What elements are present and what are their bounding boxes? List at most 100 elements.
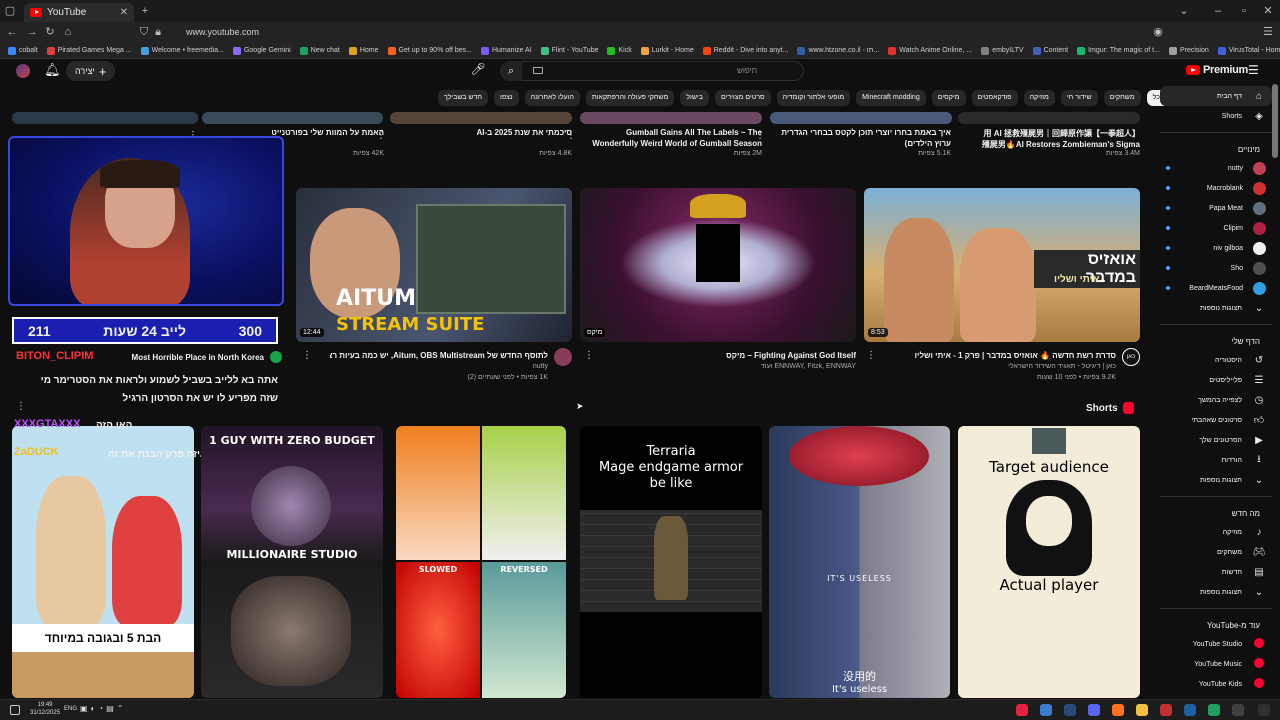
sidebar-item-explore-1[interactable]: 🎮︎ משחקים [1160,542,1272,562]
video-thumbnail[interactable] [770,112,952,124]
hamburger-menu-icon[interactable]: ☰ [1248,63,1259,77]
chip-5[interactable]: מיקסים [931,90,966,106]
app-icon[interactable] [1040,704,1052,716]
chip-7[interactable]: מופעי אלתור וקומדיה [776,90,851,106]
search-button[interactable]: ⌕ [500,61,522,81]
bookmark-item[interactable]: Humanize AI [480,46,532,55]
minimize-icon[interactable]: – [1210,0,1226,22]
channel-name[interactable]: nutty [330,363,548,370]
video-thumbnail[interactable] [12,112,198,124]
sidebar-item-you-1[interactable]: ☰ פלייליסטים [1160,370,1272,390]
video-title[interactable]: Most Horrible Place in North Korea [132,353,264,362]
new-tab-icon[interactable]: + [137,0,153,22]
short-thumbnail[interactable]: Target audience Actual player [958,426,1140,698]
video-title[interactable]: סדרת רשת חדשה 🔥 אואזיס במדבר | פרק 1 - א… [888,351,1116,360]
sidebar-item-sub[interactable]: Sho [1160,258,1272,278]
sidebar-show-more[interactable]: ⌄ תצוגות נוספות [1160,582,1272,602]
bookmark-item[interactable]: embyILTV [981,46,1024,55]
sidebar-item-sub[interactable]: BeardMeatsFood [1160,278,1272,298]
create-button[interactable]: יצירה + [66,61,116,81]
subscriptions-header[interactable]: מינויים [1160,139,1272,158]
sidebar-item-more-2[interactable]: YouTube Kids [1160,674,1272,694]
app-icon[interactable] [1232,704,1244,716]
language-indicator[interactable]: ENG [64,706,77,712]
forward-icon[interactable]: → [24,21,40,43]
browser-tab[interactable]: YouTube ✕ [24,3,134,22]
browser-menu-icon[interactable]: ☰ [1260,21,1276,43]
chip-9[interactable]: בישול [680,90,709,106]
video-thumbnail[interactable]: AITUM STREAM SUITE 12:44 [296,188,572,342]
discord-icon[interactable] [1088,704,1100,716]
bookmark-item[interactable]: Google Gemini [232,46,291,55]
video-title[interactable]: ערוץ הילדים) [781,139,951,148]
video-thumbnail[interactable] [580,112,762,124]
more-options-icon[interactable]: ⋮ [584,350,594,361]
bookmark-item[interactable]: Content [1032,46,1068,55]
url-text[interactable]: www.youtube.com [186,24,886,41]
chip-6[interactable]: Minecraft modding [856,90,926,106]
app-icon[interactable] [1208,704,1220,716]
video-thumbnail[interactable] [202,112,383,124]
sidebar-item-you-0[interactable]: ↺ היסטוריה [1160,350,1272,370]
chip-11[interactable]: הועלו לאחרונה [524,90,580,106]
home-icon[interactable]: ⌂ [60,21,76,43]
sidebar-item-sub[interactable]: nutty [1160,158,1272,178]
firefox-icon[interactable] [1112,704,1124,716]
bookmark-item[interactable]: Precision [1168,46,1209,55]
sidebar-item-sub[interactable]: Papa Meat [1160,198,1272,218]
sidebar-item-sub[interactable]: Macroblank [1160,178,1272,198]
video-title[interactable]: 用 AI 拯救殭屍男｜回歸原作讓【一拳超人】 [970,128,1140,139]
video-title[interactable]: Gumball Gains All The Labels ~ The [592,128,762,137]
video-title[interactable]: לתוסף החדש של Aitum, OBS Multistream, יש… [330,351,548,360]
window-close-icon[interactable]: ✕ [1260,0,1276,22]
more-options-icon[interactable]: ⋮ [866,350,876,361]
video-title[interactable]: Wonderfully Weird World of Gumball Seaso… [592,139,762,148]
keyboard-icon[interactable] [533,67,543,74]
video-thumbnail[interactable] [958,112,1140,124]
opera-icon[interactable] [1160,704,1172,716]
system-tray-icons[interactable]: ▣◐◔▤⌃ [80,704,126,713]
short-thumbnail[interactable]: Terraria Mage endgame armor be like [580,426,762,698]
sidebar-item-you-3[interactable]: 👍︎ סרטונים שאהבתי [1160,410,1272,430]
notifications-bell-icon[interactable]: 🔔︎ [44,62,61,78]
sidebar-show-more[interactable]: ⌄ תצוגות נוספות [1160,470,1272,490]
chip-8[interactable]: סרטים מצוירים [714,90,771,106]
bookmark-item[interactable]: www.htzone.co.il - תו... [797,46,879,55]
sidebar-item-shorts[interactable]: ◈ Shorts [1160,106,1272,126]
lock-icon[interactable]: 🔒︎ [150,21,166,43]
channel-name[interactable]: ENNWAY, Fitzk, ENNWAY ועוד [600,363,856,370]
sidebar-item-sub[interactable]: Clipim [1160,218,1272,238]
reload-icon[interactable]: ↻ [42,21,58,43]
more-options-icon[interactable]: ⋮ [302,350,312,361]
chip-2[interactable]: שידור חי [1060,90,1098,106]
bookmark-item[interactable]: Welcome • freemedia... [140,46,224,55]
more-from-youtube-header[interactable]: עוד מ-YouTube [1160,615,1272,634]
start-icon[interactable] [1258,704,1270,716]
short-thumbnail[interactable]: SLOWED REVERSED [396,426,566,698]
bookmark-item[interactable]: Kick [607,46,632,55]
chip-13[interactable]: חדש בשבילך [438,90,489,106]
bookmark-item[interactable]: Lurkit - Home [640,46,694,55]
app-icon[interactable] [1184,704,1196,716]
sidebar-item-explore-0[interactable]: ♪ מוזיקה [1160,522,1272,542]
sidebar-show-more[interactable]: ⌄ תצוגות נוספות [1160,298,1272,318]
live-stream-thumbnail[interactable] [8,136,284,306]
chip-1[interactable]: משחקים [1103,90,1141,106]
sidebar-item-you-5[interactable]: ⭳ הורדות [1160,450,1272,470]
bookmark-item[interactable]: Reddit - Dive into anyt... [702,46,788,55]
youtube-premium-logo[interactable]: Premium [1186,64,1248,76]
bookmark-item[interactable]: Pirated Games Mega ... [46,46,132,55]
sidebar-item-you-2[interactable]: ◷ לצפייה בהמשך [1160,390,1272,410]
channel-name[interactable]: כאן | דיגיטל - תאגיד השידור הישראלי [888,363,1116,370]
notifications-icon[interactable] [10,705,20,715]
sidebar-item-more-1[interactable]: YouTube Music [1160,654,1272,674]
microphone-icon[interactable]: 🎤︎ [470,62,486,78]
steam-icon[interactable] [1064,704,1076,716]
bookmark-item[interactable]: VirusTotal - Home [1217,46,1280,55]
tab-close-icon[interactable]: ✕ [120,7,128,18]
sidebar-item-more-0[interactable]: YouTube Studio [1160,634,1272,654]
back-icon[interactable]: ← [4,21,20,43]
chip-3[interactable]: מוזיקה [1023,90,1055,106]
more-options-icon[interactable]: ⋮ [16,401,26,412]
sidebar-item-you-4[interactable]: ▶ הסרטונים שלך [1160,430,1272,450]
